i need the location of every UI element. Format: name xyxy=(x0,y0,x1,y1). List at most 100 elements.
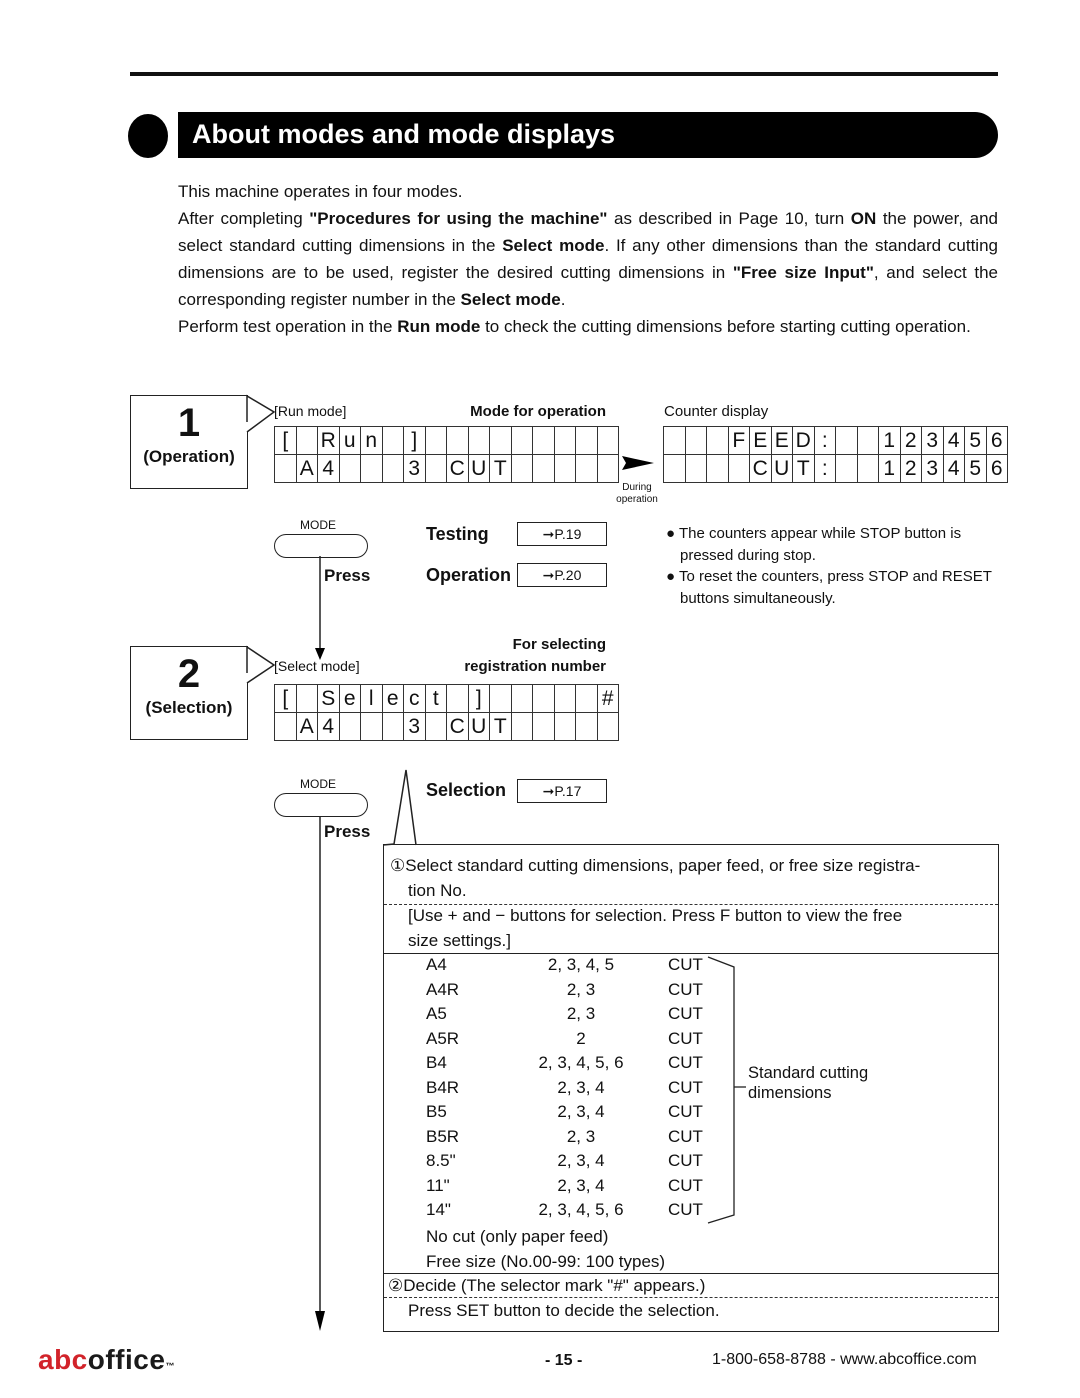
contact-info[interactable]: 1-800-658-8788 - www.abcoffice.com xyxy=(712,1351,977,1369)
lcd-cell xyxy=(274,454,297,483)
run-mode-label: [Run mode] xyxy=(274,403,347,419)
lcd-cell: 5 xyxy=(964,426,987,455)
roll-numbers: 2, 3 xyxy=(566,979,596,999)
testing-page-ref[interactable]: ➞P.19 xyxy=(517,522,607,546)
lcd-cell xyxy=(381,712,404,741)
intro-paragraph-2: After completing "Procedures for using t… xyxy=(178,205,998,313)
lcd-cell xyxy=(596,454,619,483)
operation-page-ref[interactable]: ➞P.20 xyxy=(517,563,607,587)
lcd-cell xyxy=(835,454,858,483)
selection-procedure-box: ①Select standard cutting dimensions, pap… xyxy=(383,844,999,1332)
lcd-cell: U xyxy=(467,712,490,741)
size-name: 14" xyxy=(426,1200,451,1219)
size-name: B4R xyxy=(426,1077,460,1097)
lcd-cell: 3 xyxy=(921,426,944,455)
text: After completing xyxy=(178,209,310,228)
lcd-cell xyxy=(510,712,533,741)
lcd-row: A4 3CUT xyxy=(274,712,619,741)
step-2-box: 2 (Selection) xyxy=(130,646,248,740)
lcd-cell xyxy=(510,426,533,455)
lcd-cell xyxy=(424,712,447,741)
testing-label: Testing xyxy=(426,524,489,544)
text: Standard cutting xyxy=(748,1064,869,1082)
lcd-cell xyxy=(338,712,361,741)
lcd-cell xyxy=(360,454,383,483)
lcd-cell xyxy=(274,712,297,741)
size-name: B4 xyxy=(426,1053,447,1072)
size-row: B4 2, 3, 4, 5, 6 CUT xyxy=(426,1051,728,1076)
text: registration number xyxy=(464,658,606,675)
lcd-cell xyxy=(360,712,383,741)
lcd-cell xyxy=(532,712,555,741)
lcd-cell xyxy=(596,712,619,741)
lcd-cell: T xyxy=(792,454,815,483)
logo-tm: ™ xyxy=(165,1361,175,1371)
size-row: A4 2, 3, 4, 5 CUT xyxy=(426,953,728,978)
lcd-cell: 6 xyxy=(985,426,1008,455)
run-mode-lcd: [Ru n] A4 3CUT xyxy=(274,426,619,483)
roll-numbers: 2, 3, 4, 5 xyxy=(547,955,615,974)
step-1-box: 1 (Operation) xyxy=(130,395,248,489)
lcd-cell: F xyxy=(727,426,750,455)
logo-abc: abc xyxy=(38,1344,88,1375)
text-bold: ON xyxy=(850,209,877,228)
step-label: (Selection) xyxy=(145,698,233,717)
lcd-cell: T xyxy=(489,454,512,483)
lcd-cell xyxy=(553,454,576,483)
lcd-cell xyxy=(467,426,490,455)
procedure-step-1: ①Select standard cutting dimensions, pap… xyxy=(390,856,921,875)
run-mode-description: Mode for operation xyxy=(470,403,606,420)
selection-page-ref[interactable]: ➞P.17 xyxy=(517,779,607,803)
text: Perform test operation in the xyxy=(178,317,398,336)
during-operation-label: During operation xyxy=(608,482,666,506)
lcd-cell xyxy=(575,712,598,741)
note-item: ● To reset the counters, press STOP and … xyxy=(666,568,992,607)
lcd-cell xyxy=(510,684,533,713)
text: For selecting xyxy=(512,636,606,653)
size-row: 11" 2, 3, 4 CUT xyxy=(426,1174,728,1199)
procedure-hint: [Use + and − buttons for selection. Pres… xyxy=(408,906,903,925)
lcd-cell xyxy=(575,426,598,455)
logo-office: office xyxy=(87,1344,166,1375)
roll-numbers: 2, 3, 4 xyxy=(557,1102,605,1121)
lcd-cell xyxy=(856,454,879,483)
size-row: 8.5" 2, 3, 4 CUT xyxy=(426,1149,728,1174)
lcd-cell: E xyxy=(770,426,793,455)
lcd-cell xyxy=(663,454,686,483)
lcd-cell xyxy=(706,426,729,455)
lcd-cell xyxy=(532,426,555,455)
roll-numbers: 2, 3, 4, 5, 6 xyxy=(538,1200,624,1219)
lcd-cell xyxy=(295,426,318,455)
lcd-cell: u xyxy=(338,426,361,455)
lcd-row: A4 3CUT xyxy=(274,454,619,483)
lcd-cell xyxy=(510,454,533,483)
mode-button[interactable] xyxy=(274,534,368,558)
abcoffice-logo[interactable]: abcoffice™ xyxy=(38,1344,175,1376)
lcd-cell: 6 xyxy=(985,454,1008,483)
standard-cutting-label: Standard cutting dimensions xyxy=(748,1063,998,1103)
press-label: Press xyxy=(324,822,371,841)
lcd-cell: 4 xyxy=(317,454,340,483)
lcd-cell: 3 xyxy=(921,454,944,483)
text: to check the cutting dimensions before s… xyxy=(480,317,971,336)
lcd-cell: ] xyxy=(403,426,426,455)
operation-label: Operation xyxy=(426,565,512,585)
callout-pointer xyxy=(246,645,276,684)
no-cut-option: No cut (only paper feed) xyxy=(426,1227,609,1246)
text: dimensions xyxy=(748,1084,832,1102)
lcd-cell xyxy=(338,454,361,483)
procedure-step-2: ②Decide (The selector mark "#" appears.) xyxy=(388,1276,706,1295)
lcd-cell xyxy=(706,454,729,483)
lcd-cell xyxy=(727,454,750,483)
intro-paragraph-1: This machine operates in four modes. xyxy=(178,182,463,201)
lcd-cell: T xyxy=(489,712,512,741)
size-name: A4R xyxy=(426,979,460,999)
size-table: A4 2, 3, 4, 5 CUT A4R 2, 3 CUT A5 2, 3 CUT A5R 2 CU… xyxy=(426,953,728,1223)
mode-button[interactable] xyxy=(274,793,368,817)
size-row: 14" 2, 3, 4, 5, 6 CUT xyxy=(426,1198,728,1223)
lcd-cell xyxy=(381,454,404,483)
lcd-cell: t xyxy=(424,684,447,713)
lcd-cell xyxy=(532,684,555,713)
step-number: 1 xyxy=(177,401,201,445)
size-name: A5 xyxy=(426,1004,447,1023)
